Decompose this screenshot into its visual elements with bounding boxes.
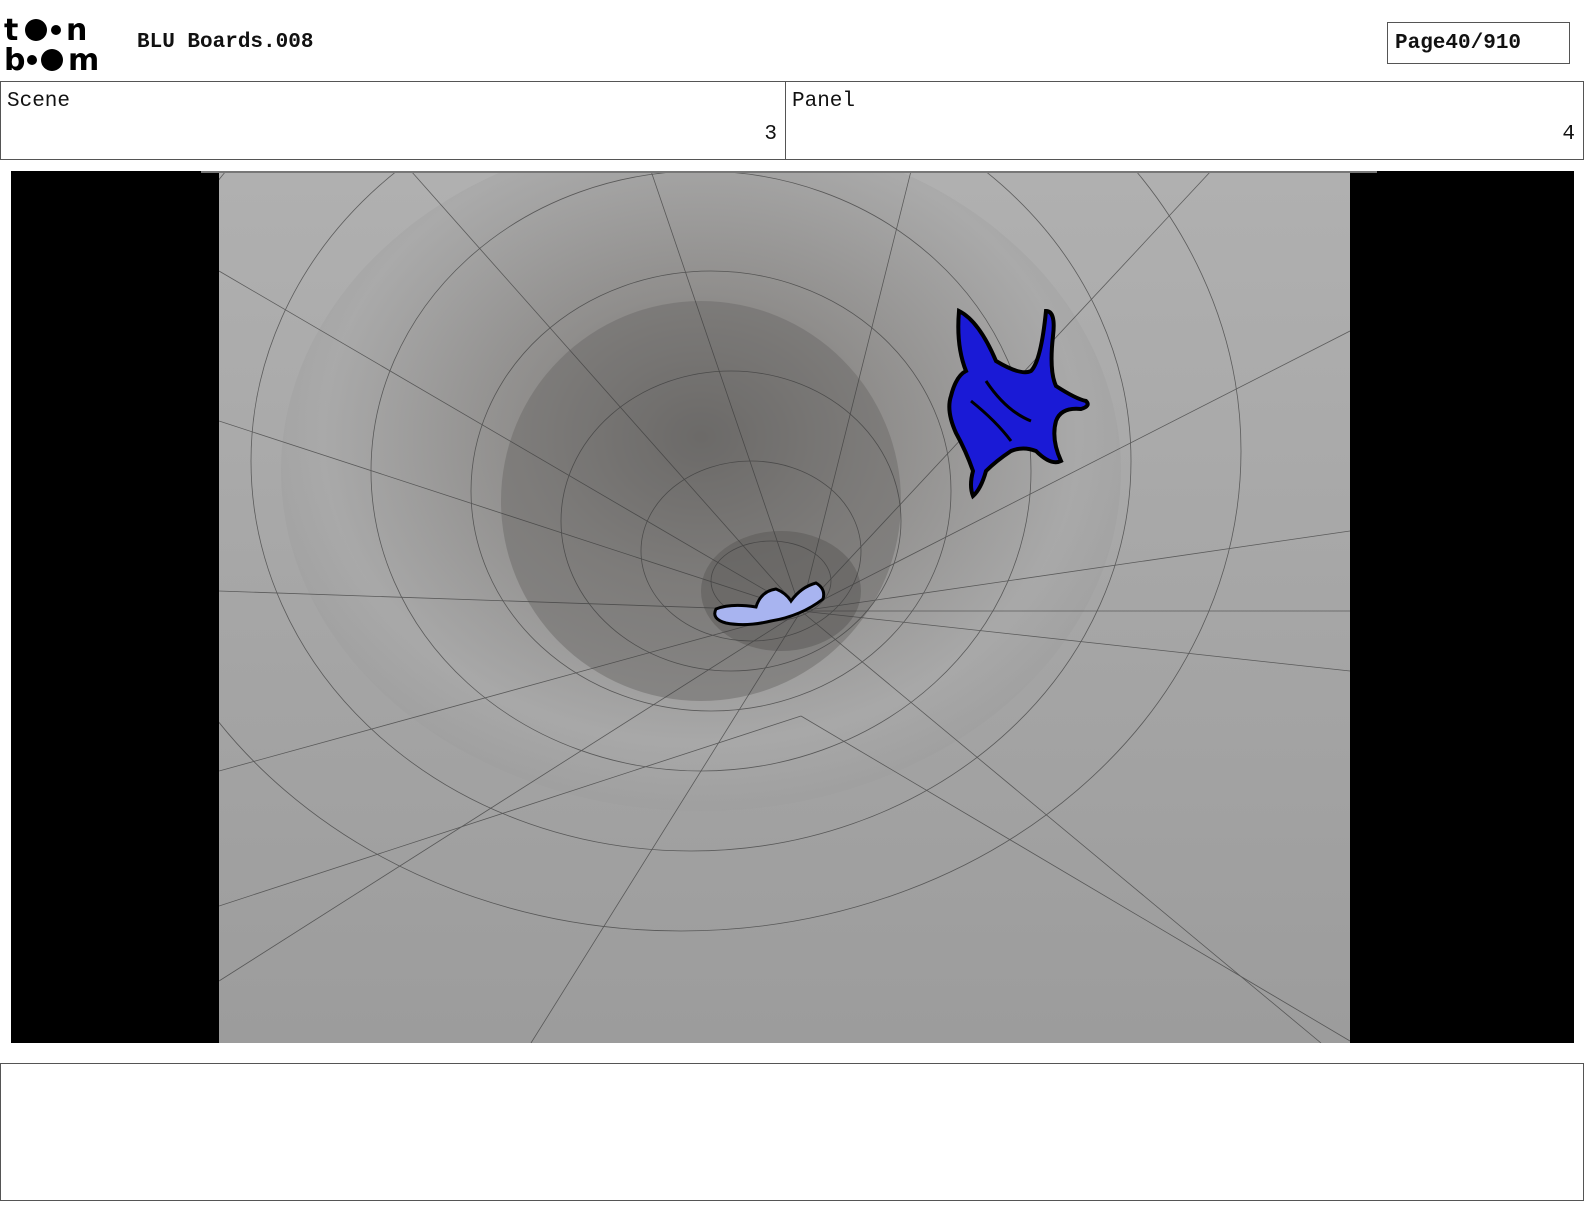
page-value: 40/910 bbox=[1445, 31, 1522, 55]
panel-number: 4 bbox=[1562, 123, 1575, 146]
toon-boom-logo: t n b m bbox=[4, 13, 116, 78]
svg-text:b: b bbox=[4, 43, 25, 74]
storyboard-panel-image bbox=[11, 171, 1574, 1043]
page-label: Page bbox=[1395, 31, 1446, 55]
panel-cell: Panel 4 bbox=[786, 82, 1584, 159]
scene-label: Scene bbox=[7, 90, 71, 113]
scene-number: 3 bbox=[764, 123, 777, 146]
storyboard-frame bbox=[11, 171, 1574, 1043]
panel-label: Panel bbox=[792, 90, 856, 113]
scene-panel-row: Scene 3 Panel 4 bbox=[0, 81, 1584, 160]
svg-text:m: m bbox=[68, 43, 99, 74]
scene-cell: Scene 3 bbox=[0, 82, 786, 159]
document-title: BLU Boards.008 bbox=[137, 31, 314, 54]
page-indicator: Page 40/910 bbox=[1387, 22, 1570, 64]
notes-box bbox=[0, 1063, 1584, 1201]
